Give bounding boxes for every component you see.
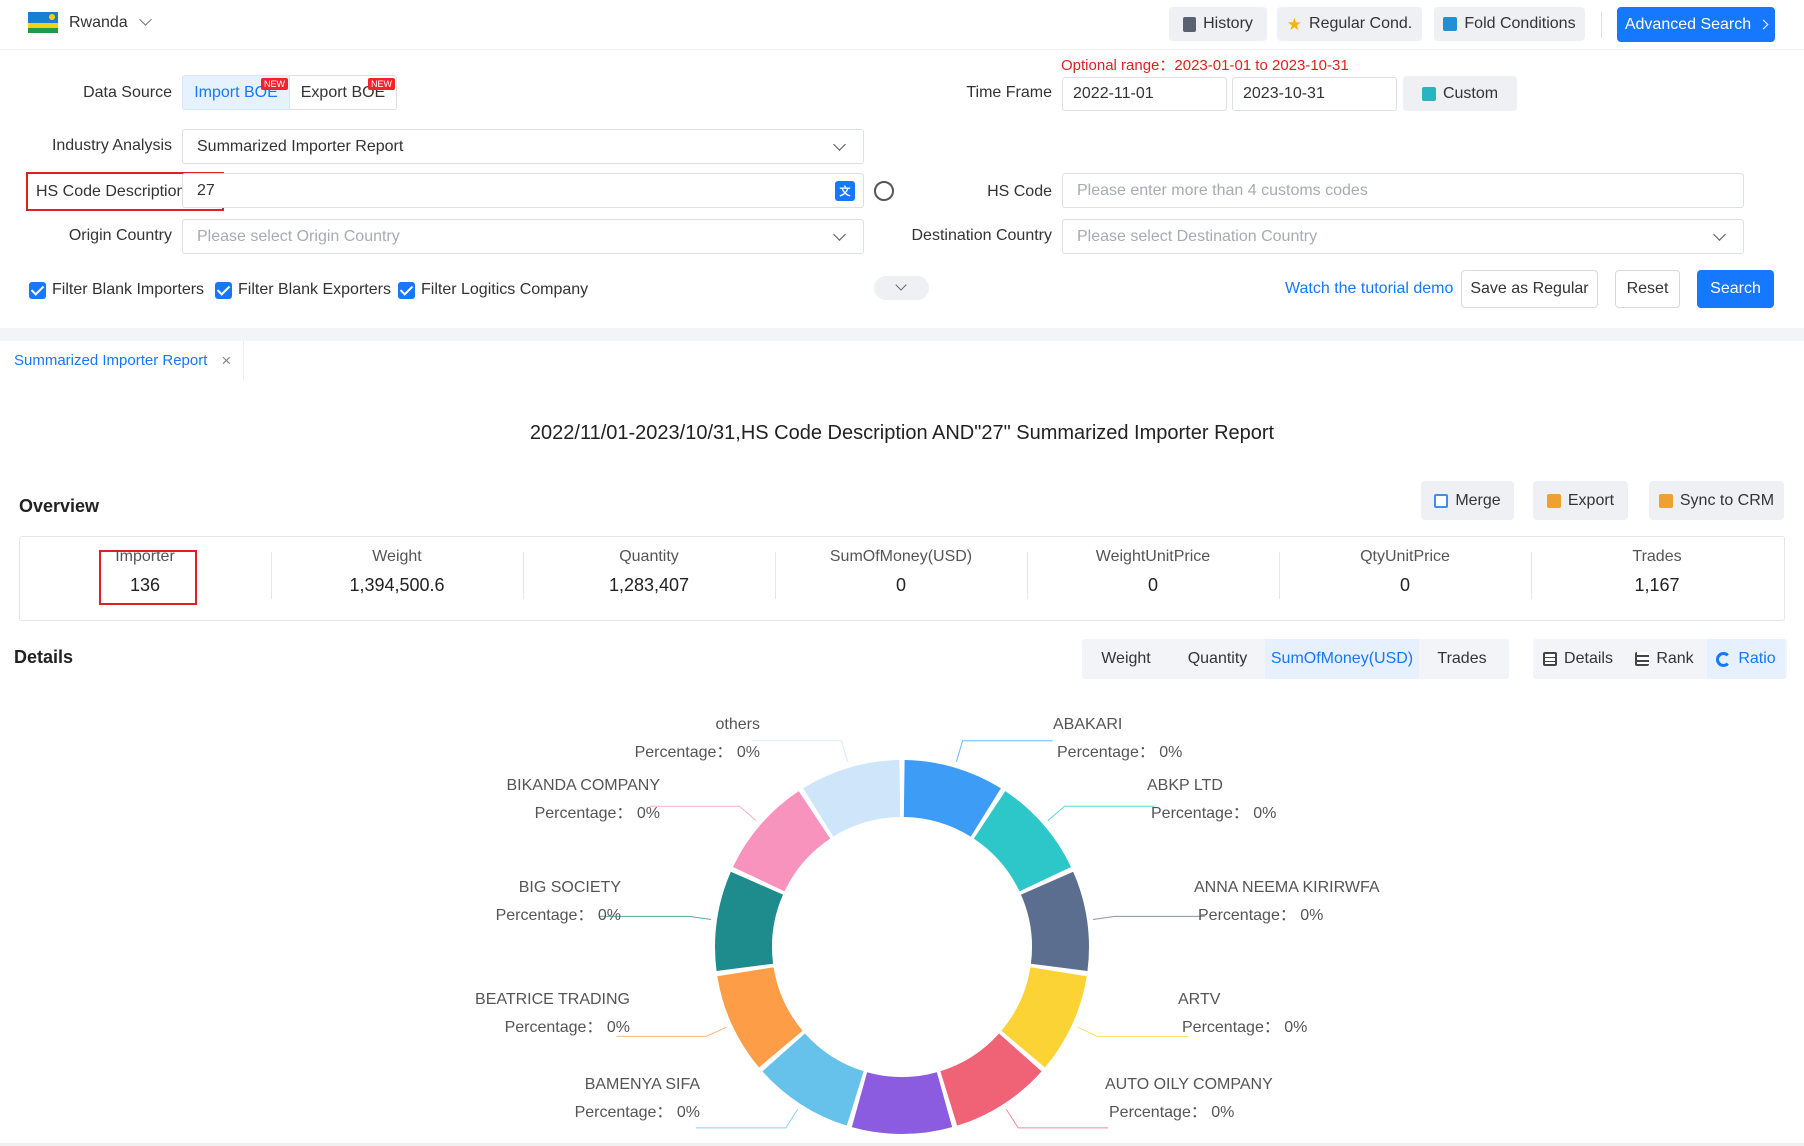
slice-label: ANNA NEEMA KIRIRWFA Percentage： 0% [1194,874,1380,930]
slice-leader-line [751,740,849,762]
slice-name: others [715,716,760,733]
slice-percentage: Percentage： 0% [1109,1104,1235,1121]
slice-leader-line [649,805,757,821]
slice-label: others Percentage： 0% [460,711,760,767]
slice-name: BIG SOCIETY [518,879,621,896]
slice-label: BEATRICE TRADING Percentage： 0% [330,986,630,1042]
slice-name: BIKANDA COMPANY [506,777,660,794]
slice-percentage: Percentage： 0% [1151,805,1277,822]
slice-name: AUTO OILY COMPANY [1105,1076,1273,1093]
slice-percentage: Percentage： 0% [534,805,660,822]
slice-leader-line [1077,1026,1188,1037]
slice-leader-line [955,740,1053,762]
slice-name: ANNA NEEMA KIRIRWFA [1194,879,1380,896]
slice-percentage: Percentage： 0% [1198,907,1324,924]
slice-label: ABKP LTD Percentage： 0% [1147,772,1276,828]
donut-slice[interactable] [715,871,784,972]
donut-slice[interactable] [851,1072,953,1134]
slice-leader-line [695,1109,799,1129]
slice-name: BEATRICE TRADING [475,991,630,1008]
slice-leader-line [1005,1109,1109,1129]
slice-percentage: Percentage： 0% [574,1104,700,1121]
slice-leader-line [1092,915,1205,921]
slice-label: BIG SOCIETY Percentage： 0% [321,874,621,930]
slice-percentage: Percentage： 0% [495,907,621,924]
slice-label: BAMENYA SIFA Percentage： 0% [400,1071,700,1127]
donut-slice[interactable] [1020,871,1090,972]
slice-percentage: Percentage： 0% [504,1019,630,1036]
slice-percentage: Percentage： 0% [1057,744,1183,761]
slice-label: AUTO OILY COMPANY Percentage： 0% [1105,1071,1273,1127]
slice-label: BIKANDA COMPANY Percentage： 0% [360,772,660,828]
slice-label: ARTV Percentage： 0% [1178,986,1307,1042]
slice-name: BAMENYA SIFA [584,1076,700,1093]
slice-percentage: Percentage： 0% [1182,1019,1308,1036]
slice-label: ABAKARI Percentage： 0% [1053,711,1182,767]
slice-name: ABKP LTD [1147,777,1223,794]
slice-leader-line [1047,805,1155,821]
slice-percentage: Percentage： 0% [634,744,760,761]
slice-name: ARTV [1178,991,1221,1008]
slice-name: ABAKARI [1053,716,1123,733]
ratio-donut-chart [599,740,1205,1134]
slice-leader-line [616,1026,727,1037]
